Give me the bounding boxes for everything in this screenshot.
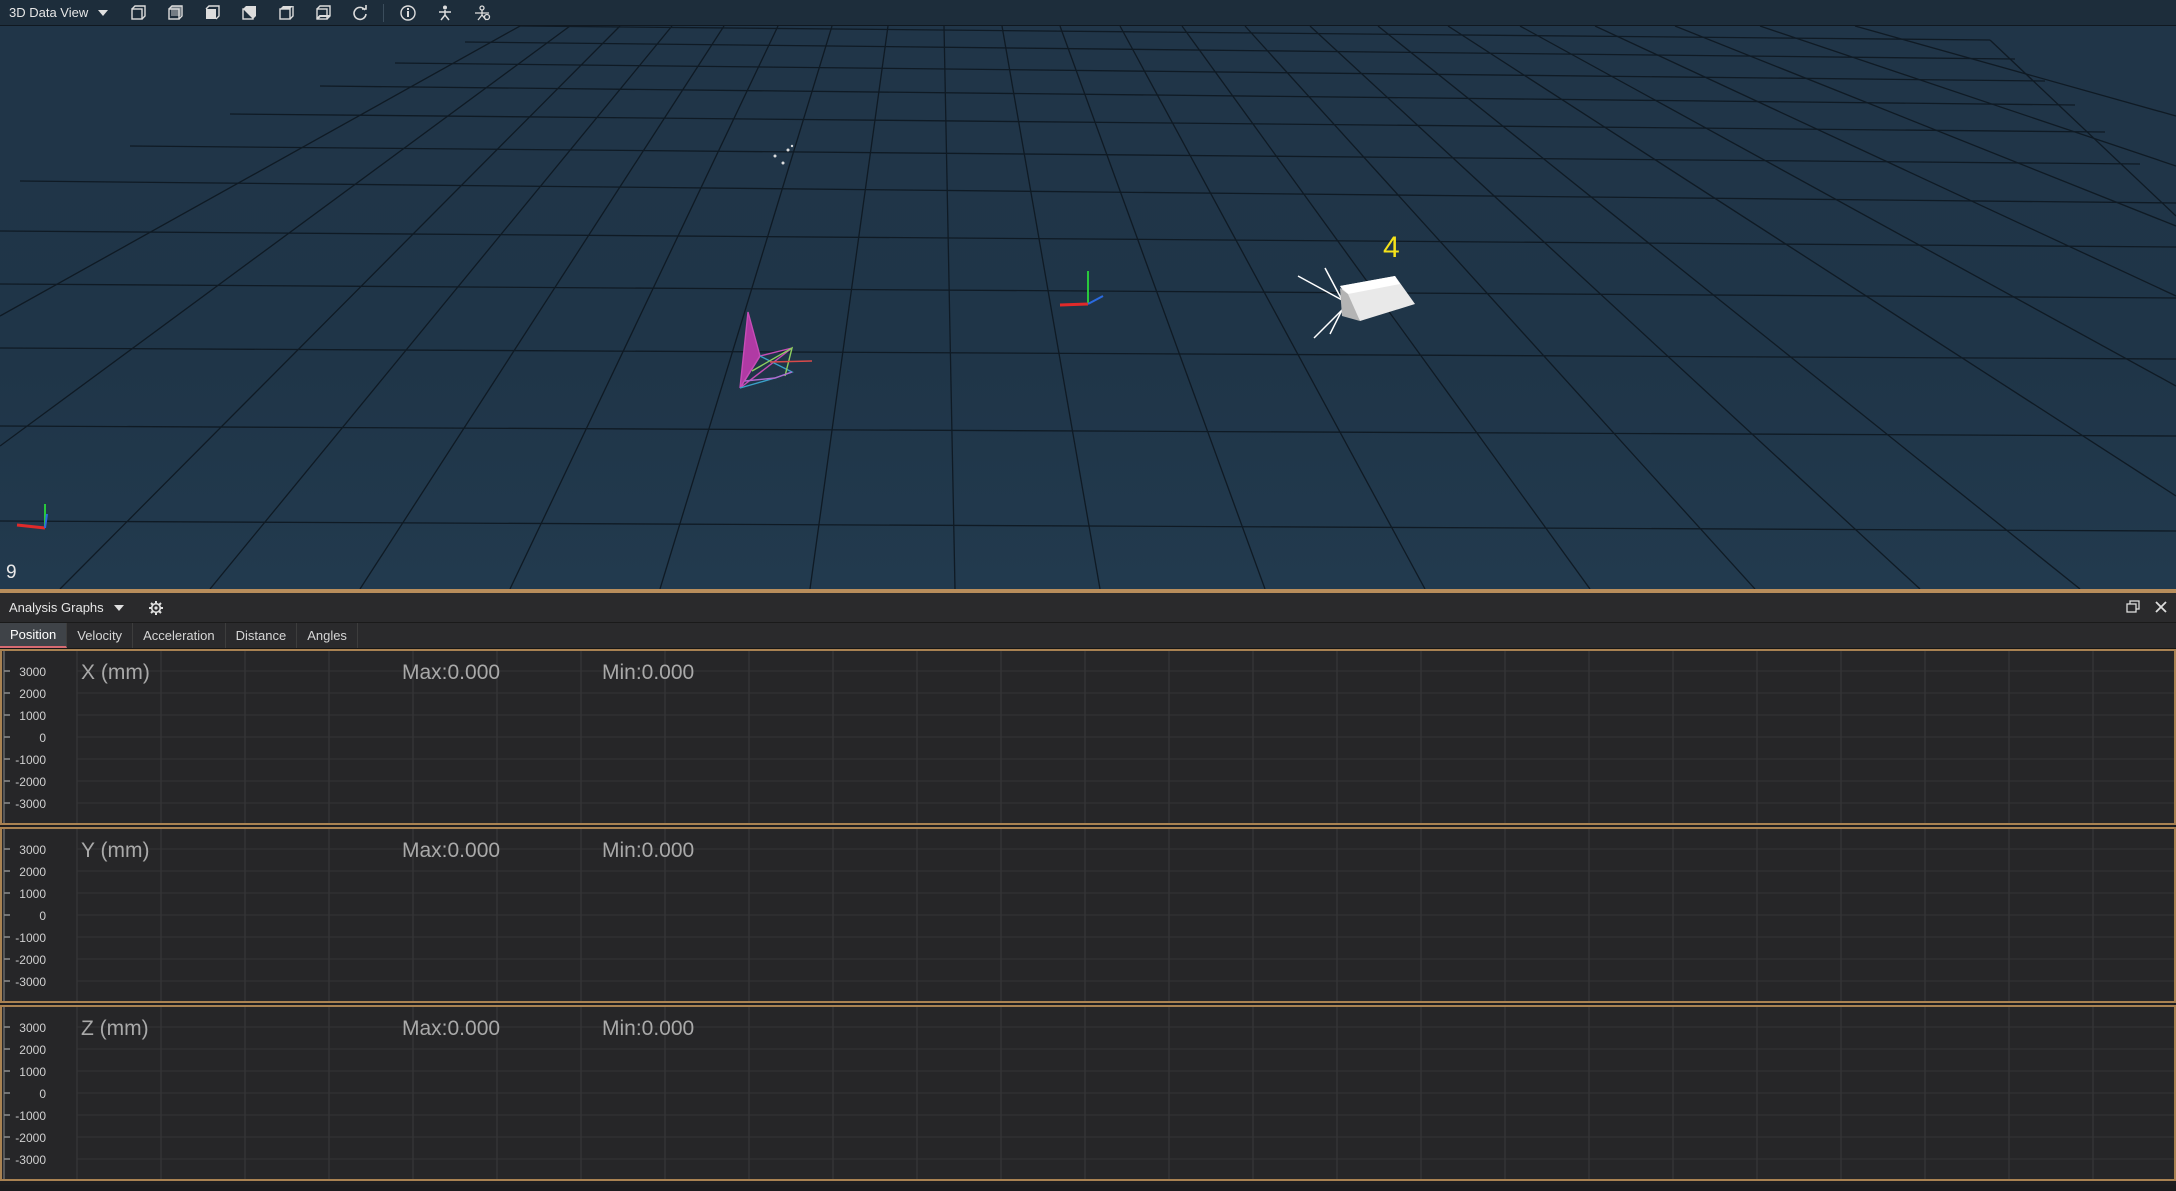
y-tick-label: 3000	[19, 665, 46, 679]
y-tick-label: 0	[39, 1087, 46, 1101]
view-right-icon	[242, 5, 256, 20]
y-tick-label: -3000	[15, 975, 46, 989]
y-tick-label: 1000	[19, 709, 46, 723]
graph-grid	[3, 651, 2174, 823]
y-tick-label: -1000	[15, 753, 46, 767]
tab-angles[interactable]: Angles	[297, 623, 358, 648]
frame-counter: 9	[6, 562, 17, 583]
graph-grid	[3, 829, 2174, 1001]
y-tick-label: -3000	[15, 797, 46, 811]
marker-settings-icon	[475, 4, 491, 20]
y-tick-label: -2000	[15, 953, 46, 967]
y-tick-label: 2000	[19, 687, 46, 701]
tab-acceleration[interactable]: Acceleration	[133, 623, 226, 648]
view-back-icon	[168, 4, 183, 20]
camera-number-label: 4	[1383, 231, 1400, 264]
view-top-button[interactable]	[273, 0, 299, 26]
graph-stack: X (mm) Max:0.000 Min:0.000 3000 2000 100…	[0, 649, 2176, 1185]
view-top-icon	[279, 5, 294, 20]
x-position-graph[interactable]: X (mm) Max:0.000 Min:0.000 3000 2000 100…	[0, 649, 2176, 825]
analysis-panel-header: Analysis Graphs	[0, 593, 2176, 623]
panel-title: Analysis Graphs	[9, 600, 104, 615]
origin-axes	[1059, 271, 1104, 307]
3d-viewport[interactable]: 4 9	[0, 26, 2176, 589]
view-type-dropdown[interactable]: 3D Data View	[0, 0, 114, 26]
graph-title: X (mm)	[81, 661, 150, 684]
reset-view-button[interactable]	[347, 0, 373, 26]
close-icon	[2155, 601, 2167, 613]
y-tick-label: 3000	[19, 843, 46, 857]
y-tick-label: -1000	[15, 1109, 46, 1123]
tab-distance[interactable]: Distance	[225, 623, 298, 648]
graph-min: Min:0.000	[602, 661, 695, 684]
view-left-icon	[205, 4, 220, 19]
chevron-down-icon	[113, 604, 124, 611]
view-type-label: 3D Data View	[9, 5, 89, 20]
reset-view-icon	[353, 4, 367, 20]
y-tick-label: 1000	[19, 887, 46, 901]
y-tick-label: -2000	[15, 1131, 46, 1145]
tab-position[interactable]: Position	[0, 623, 68, 648]
y-tick-label: -2000	[15, 775, 46, 789]
graph-grid	[3, 1007, 2174, 1179]
rigid-body-wireframe	[739, 311, 813, 389]
y-tick-label: 2000	[19, 865, 46, 879]
graph-title: Y (mm)	[81, 839, 150, 862]
graph-title: Z (mm)	[81, 1017, 149, 1040]
restore-window-icon	[2126, 600, 2140, 613]
camera-object	[1297, 267, 1415, 339]
undock-button[interactable]	[2124, 598, 2142, 616]
view-front-icon	[131, 4, 146, 20]
close-panel-button[interactable]	[2152, 598, 2170, 616]
graph-max: Max:0.000	[402, 839, 501, 862]
y-tick-label: 2000	[19, 1043, 46, 1057]
graph-tabs: Position Velocity Acceleration Distance …	[0, 623, 2176, 649]
tab-velocity[interactable]: Velocity	[67, 623, 134, 648]
view-back-button[interactable]	[162, 0, 188, 26]
floor-grid	[0, 26, 2176, 589]
y-tick-label: 3000	[19, 1021, 46, 1035]
graph-max: Max:0.000	[402, 1017, 501, 1040]
status-strip	[0, 1185, 2176, 1191]
skeleton-button[interactable]	[432, 0, 458, 26]
info-button[interactable]	[395, 0, 421, 26]
chevron-down-icon	[98, 9, 109, 16]
y-tick-label: -3000	[15, 1153, 46, 1167]
corner-axes-gizmo	[16, 504, 48, 530]
view-front-button[interactable]	[125, 0, 151, 26]
graph-min: Min:0.000	[602, 839, 695, 862]
graph-max: Max:0.000	[402, 661, 501, 684]
view-left-button[interactable]	[199, 0, 225, 26]
top-toolbar: 3D Data View	[0, 0, 2176, 26]
y-tick-label: -1000	[15, 931, 46, 945]
view-bottom-button[interactable]	[310, 0, 336, 26]
y-tick-label: 0	[39, 731, 46, 745]
toolbar-separator	[383, 3, 384, 22]
panel-type-dropdown[interactable]: Analysis Graphs	[0, 600, 124, 615]
gear-icon	[148, 600, 163, 615]
y-position-graph[interactable]: Y (mm) Max:0.000 Min:0.000 3000 2000 100…	[0, 827, 2176, 1003]
marker-settings-button[interactable]	[469, 0, 495, 26]
graph-min: Min:0.000	[602, 1017, 695, 1040]
view-right-button[interactable]	[236, 0, 262, 26]
z-position-graph[interactable]: Z (mm) Max:0.000 Min:0.000 3000 2000 100…	[0, 1005, 2176, 1181]
info-icon	[400, 4, 416, 21]
y-tick-label: 1000	[19, 1065, 46, 1079]
skeleton-icon	[439, 5, 451, 20]
view-bottom-icon	[316, 4, 331, 20]
y-tick-label: 0	[39, 909, 46, 923]
graph-settings-button[interactable]	[146, 598, 166, 618]
